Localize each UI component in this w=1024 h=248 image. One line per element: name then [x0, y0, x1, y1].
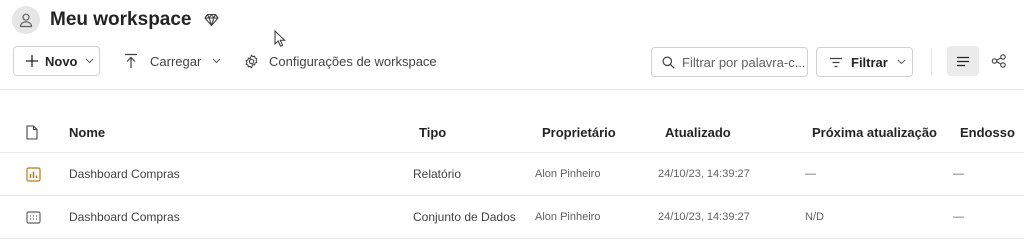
item-next-refresh: —: [805, 168, 816, 180]
column-header-next-refresh[interactable]: Próxima atualização: [812, 113, 937, 152]
dataset-icon: [26, 196, 41, 238]
item-updated: 24/10/23, 14:39:27: [658, 168, 750, 180]
item-next-refresh: N/D: [805, 211, 824, 223]
filter-search-box[interactable]: [651, 47, 808, 77]
report-icon: [26, 153, 41, 195]
filter-button[interactable]: Filtrar: [816, 47, 913, 77]
chevron-down-icon: [212, 58, 221, 64]
person-icon: [12, 6, 40, 34]
chevron-down-icon: [897, 59, 906, 65]
workspace-title: Meu workspace: [50, 9, 192, 30]
workspace-settings-label: Configurações de workspace: [269, 53, 437, 69]
item-name-link[interactable]: Dashboard Compras: [69, 153, 180, 195]
chevron-down-icon: [85, 58, 93, 64]
item-updated: 24/10/23, 14:39:27: [658, 211, 750, 223]
column-header-type[interactable]: Tipo: [419, 113, 446, 152]
filter-keyword-input[interactable]: [682, 54, 804, 70]
plus-icon: [26, 55, 38, 67]
lineage-view-button[interactable]: [985, 46, 1013, 76]
item-type: Relatório: [413, 167, 462, 181]
table-header: Nome Tipo Proprietário Atualizado Próxim…: [0, 113, 1024, 153]
workspace-header: Meu workspace: [12, 5, 219, 35]
column-header-name[interactable]: Nome: [69, 113, 105, 152]
toolbar: Novo Carregar Configurações de workspace: [0, 44, 1024, 78]
new-button-label: Novo: [45, 53, 78, 69]
items-table: Nome Tipo Proprietário Atualizado Próxim…: [0, 113, 1024, 239]
upload-button[interactable]: Carregar: [124, 46, 221, 76]
filter-button-label: Filtrar: [851, 54, 888, 70]
column-header-endorsement[interactable]: Endosso: [960, 113, 1015, 152]
search-icon: [662, 56, 675, 69]
diamond-icon[interactable]: [203, 13, 219, 27]
file-type-icon: [26, 113, 38, 152]
workspace-settings-button[interactable]: Configurações de workspace: [244, 46, 437, 76]
upload-icon: [125, 53, 137, 68]
column-header-updated[interactable]: Atualizado: [665, 113, 731, 152]
column-header-owner[interactable]: Proprietário: [542, 113, 616, 152]
upload-button-label: Carregar: [150, 53, 202, 69]
header-divider: [0, 89, 1024, 90]
new-button[interactable]: Novo: [13, 46, 100, 76]
table-row[interactable]: Dashboard Compras Conjunto de Dados Alon…: [0, 196, 1024, 239]
table-row[interactable]: Dashboard Compras Relatório Alon Pinheir…: [0, 153, 1024, 196]
list-view-button[interactable]: [947, 46, 979, 76]
item-type: Conjunto de Dados: [413, 210, 516, 224]
lineage-view-icon: [991, 54, 1006, 68]
toolbar-divider: [931, 49, 932, 75]
item-endorsement: —: [953, 211, 964, 223]
item-owner: Alon Pinheiro: [535, 211, 601, 223]
item-endorsement: —: [953, 168, 964, 180]
list-view-icon: [957, 56, 969, 66]
gear-icon: [245, 54, 258, 68]
item-owner: Alon Pinheiro: [535, 168, 601, 180]
item-name-link[interactable]: Dashboard Compras: [69, 196, 180, 238]
filter-icon: [830, 57, 842, 67]
